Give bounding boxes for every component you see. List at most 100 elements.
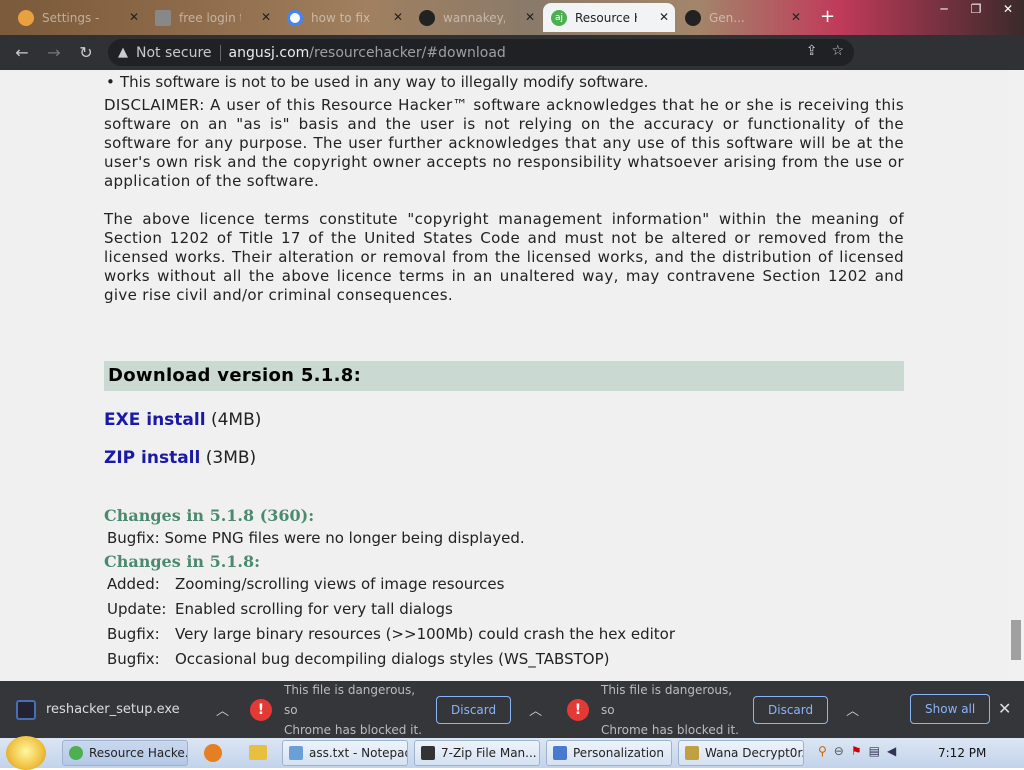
personalization-icon bbox=[553, 746, 567, 760]
change-kind: Added: bbox=[107, 575, 160, 593]
change-kind: Update: bbox=[107, 600, 167, 618]
close-icon[interactable]: ✕ bbox=[659, 10, 669, 24]
installer-file-icon bbox=[16, 699, 36, 720]
close-icon[interactable]: ✕ bbox=[129, 10, 139, 24]
divider bbox=[219, 44, 221, 61]
minus-circle-icon[interactable]: ⊖ bbox=[834, 744, 844, 758]
back-arrow-icon[interactable]: ← bbox=[6, 43, 38, 62]
taskbar-label: ass.txt - Notepad bbox=[309, 746, 408, 760]
share-icon[interactable]: ⇪ bbox=[806, 43, 818, 59]
page-scrollbar[interactable] bbox=[1008, 70, 1024, 681]
changes-heading: Changes in 5.1.8: bbox=[104, 552, 261, 571]
close-icon[interactable]: ✕ bbox=[393, 10, 403, 24]
change-text: Occasional bug decompiling dialogs style… bbox=[175, 650, 610, 668]
tab-how-to-fix[interactable]: how to fix ... ✕ bbox=[279, 3, 409, 32]
page-viewport: This software is not to be used in any w… bbox=[0, 70, 1008, 681]
taskbar-item-chrome[interactable]: Resource Hacke... bbox=[62, 740, 188, 766]
tab-label: how to fix ... bbox=[311, 10, 373, 25]
change-item: Bugfix: Occasional bug decompiling dialog… bbox=[107, 650, 609, 669]
chrome-icon bbox=[69, 746, 83, 760]
system-tray: ⚲ ⊖ ⚑ ▤ ◀ bbox=[818, 744, 896, 758]
discard-button[interactable]: Discard bbox=[436, 695, 512, 724]
danger-line-2: Chrome has blocked it. bbox=[601, 722, 739, 737]
taskbar-label: 7-Zip File Man... bbox=[441, 746, 537, 760]
license-bullet: This software is not to be used in any w… bbox=[106, 73, 900, 92]
minimize-button[interactable]: ─ bbox=[928, 0, 960, 20]
window-controls: ─ ❐ ✕ bbox=[928, 0, 1024, 20]
zip-install-link[interactable]: ZIP install bbox=[104, 448, 200, 468]
change-item: Bugfix: Some PNG files were no longer be… bbox=[107, 529, 525, 548]
folder-icon[interactable] bbox=[249, 745, 267, 760]
download-filename: reshacker_setup.exe bbox=[46, 702, 180, 717]
network-icon[interactable]: ▤ bbox=[869, 744, 880, 758]
tab-wannakey[interactable]: wannakey/... ✕ bbox=[411, 3, 541, 32]
taskbar-clock[interactable]: 7:12 PM bbox=[938, 746, 986, 760]
exe-install-link[interactable]: EXE install bbox=[104, 410, 206, 430]
volume-icon[interactable]: ◀ bbox=[887, 744, 896, 758]
change-kind: Bugfix: bbox=[107, 529, 160, 547]
warning-icon[interactable]: ▲ bbox=[118, 45, 128, 60]
chevron-up-icon[interactable]: ︿ bbox=[846, 700, 859, 719]
discard-button[interactable]: Discard bbox=[753, 695, 829, 724]
tab-resource-hacker[interactable]: aj Resource Ha... ✕ bbox=[543, 3, 675, 32]
url-text[interactable]: angusj.com/resourcehacker/#download bbox=[229, 45, 506, 61]
download-heading: Download version 5.1.8: bbox=[104, 361, 904, 391]
danger-message: This file is dangerous, so Chrome has blo… bbox=[601, 680, 747, 740]
download-item-blocked-1: ! This file is dangerous, so Chrome has b… bbox=[250, 681, 550, 738]
change-text: Enabled scrolling for very tall dialogs bbox=[175, 600, 453, 618]
tab-strip: Settings - S... ✕ free login t... ✕ how … bbox=[0, 0, 1024, 35]
licence-paragraph: The above licence terms constitute "copy… bbox=[104, 210, 904, 304]
maximize-button[interactable]: ❐ bbox=[960, 0, 992, 20]
danger-line-1: This file is dangerous, so bbox=[601, 682, 733, 717]
bookmark-star-icon[interactable]: ☆ bbox=[831, 43, 844, 59]
windows-taskbar: Resource Hacke... ass.txt - Notepad 7-Zi… bbox=[0, 736, 1024, 770]
taskbar-item-personalization[interactable]: Personalization bbox=[546, 740, 672, 766]
tab-settings[interactable]: Settings - S... ✕ bbox=[10, 3, 145, 32]
show-all-button[interactable]: Show all bbox=[910, 694, 991, 724]
flag-icon[interactable]: ⚑ bbox=[851, 744, 862, 758]
url-path: /resourcehacker/#download bbox=[309, 44, 506, 61]
tab-label: Resource Ha... bbox=[575, 10, 637, 25]
page-icon bbox=[155, 9, 171, 26]
download-item-reshacker[interactable]: reshacker_setup.exe ︿ bbox=[16, 681, 230, 738]
taskbar-item-wana-decryptor[interactable]: Wana Decrypt0r... bbox=[678, 740, 804, 766]
start-button[interactable] bbox=[6, 736, 46, 770]
close-icon[interactable]: ✕ bbox=[261, 10, 271, 24]
scrollbar-thumb[interactable] bbox=[1011, 620, 1021, 660]
browser-toolbar: ← → ↻ ▲ Not secure angusj.com/resourceha… bbox=[0, 35, 1024, 94]
forward-arrow-icon[interactable]: → bbox=[38, 43, 70, 62]
chevron-up-icon[interactable]: ︿ bbox=[216, 700, 229, 719]
taskbar-item-notepad[interactable]: ass.txt - Notepad bbox=[282, 740, 408, 766]
danger-line-1: This file is dangerous, so bbox=[284, 682, 416, 717]
window-close-button[interactable]: ✕ bbox=[992, 0, 1024, 20]
zip-size: (3MB) bbox=[205, 448, 257, 468]
change-item: Update: Enabled scrolling for very tall d… bbox=[107, 600, 453, 619]
tab-label: free login t... bbox=[179, 10, 241, 25]
disclaimer-paragraph: DISCLAIMER: A user of this Resource Hack… bbox=[104, 96, 904, 190]
change-text: Zooming/scrolling views of image resourc… bbox=[175, 575, 505, 593]
close-icon[interactable]: ✕ bbox=[525, 10, 535, 24]
new-tab-button[interactable]: + bbox=[820, 6, 835, 27]
taskbar-label: Wana Decrypt0r... bbox=[705, 746, 804, 760]
github-icon bbox=[419, 9, 435, 26]
tab-free-login[interactable]: free login t... ✕ bbox=[147, 3, 277, 32]
tab-label: wannakey/... bbox=[443, 10, 505, 25]
taskbar-label: Personalization bbox=[573, 746, 664, 760]
change-text: Some PNG files were no longer being disp… bbox=[164, 529, 525, 547]
close-icon[interactable]: ✕ bbox=[998, 699, 1011, 718]
reload-icon[interactable]: ↻ bbox=[70, 43, 102, 62]
github-icon bbox=[685, 9, 701, 26]
danger-line-2: Chrome has blocked it. bbox=[284, 722, 422, 737]
address-bar[interactable]: ▲ Not secure angusj.com/resourcehacker/#… bbox=[108, 39, 854, 66]
tab-github-gen[interactable]: Gen... ✕ bbox=[677, 3, 807, 32]
taskbar-item-7zip[interactable]: 7-Zip File Man... bbox=[414, 740, 540, 766]
search-icon[interactable]: ⚲ bbox=[818, 744, 827, 758]
change-kind: Bugfix: bbox=[107, 650, 160, 668]
close-icon[interactable]: ✕ bbox=[791, 10, 801, 24]
danger-message: This file is dangerous, so Chrome has blo… bbox=[284, 680, 430, 740]
change-text: Very large binary resources (>>100Mb) co… bbox=[175, 625, 676, 643]
chevron-up-icon[interactable]: ︿ bbox=[529, 700, 542, 719]
firefox-icon[interactable] bbox=[204, 744, 222, 762]
security-label[interactable]: Not secure bbox=[136, 45, 212, 61]
7zip-icon bbox=[421, 746, 435, 760]
